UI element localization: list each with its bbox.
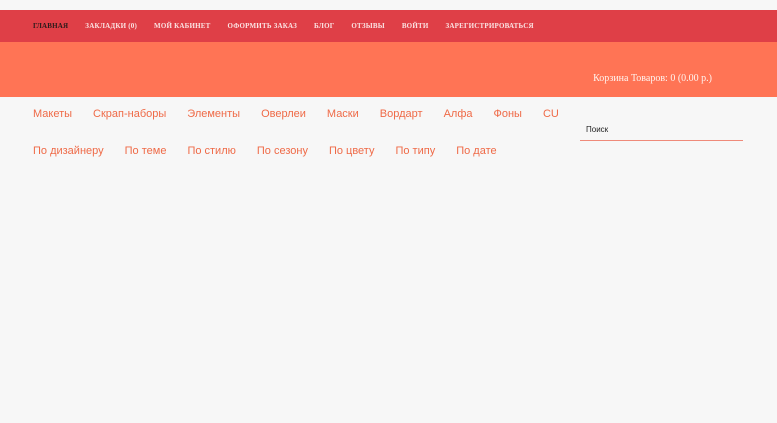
category-cu[interactable]: CU [543, 108, 559, 120]
category-overlays[interactable]: Оверлеи [261, 108, 306, 120]
category-masks[interactable]: Маски [327, 108, 359, 120]
nav-reviews[interactable]: ОТЗЫВЫ [351, 22, 384, 30]
category-menu: Макеты Скрап-наборы Элементы Оверлеи Мас… [33, 108, 580, 120]
top-navigation: ГЛАВНАЯ ЗАКЛАДКИ (0) МОЙ КАБИНЕТ ОФОРМИТ… [0, 10, 777, 42]
nav-bookmarks[interactable]: ЗАКЛАДКИ (0) [85, 22, 137, 30]
filter-by-theme[interactable]: По теме [125, 145, 167, 157]
search-input[interactable] [580, 120, 743, 139]
filter-by-type[interactable]: По типу [395, 145, 435, 157]
search-box [580, 119, 743, 141]
category-layouts[interactable]: Макеты [33, 108, 72, 120]
nav-login[interactable]: ВОЙТИ [402, 22, 429, 30]
page: ГЛАВНАЯ ЗАКЛАДКИ (0) МОЙ КАБИНЕТ ОФОРМИТ… [0, 0, 777, 423]
filter-by-date[interactable]: По дате [456, 145, 496, 157]
nav-checkout[interactable]: ОФОРМИТЬ ЗАКАЗ [227, 22, 297, 30]
nav-home[interactable]: ГЛАВНАЯ [33, 22, 68, 30]
category-scrap-kits[interactable]: Скрап-наборы [93, 108, 166, 120]
top-strip [0, 0, 777, 10]
category-alpha[interactable]: Алфа [444, 108, 473, 120]
nav-blog[interactable]: БЛОГ [314, 22, 334, 30]
nav-my-account[interactable]: МОЙ КАБИНЕТ [154, 22, 210, 30]
filter-by-season[interactable]: По сезону [257, 145, 308, 157]
category-wordart[interactable]: Вордарт [380, 108, 423, 120]
nav-register[interactable]: ЗАРЕГИСТРИРОВАТЬСЯ [446, 22, 534, 30]
filter-menu: По дизайнеру По теме По стилю По сезону … [33, 145, 518, 157]
filter-by-designer[interactable]: По дизайнеру [33, 145, 104, 157]
category-backgrounds[interactable]: Фоны [494, 108, 522, 120]
cart-link[interactable]: Корзина Товаров: 0 (0.00 р.) [593, 73, 712, 84]
category-elements[interactable]: Элементы [187, 108, 240, 120]
filter-by-color[interactable]: По цвету [329, 145, 375, 157]
filter-by-style[interactable]: По стилю [187, 145, 235, 157]
header-band: Корзина Товаров: 0 (0.00 р.) [0, 42, 777, 97]
